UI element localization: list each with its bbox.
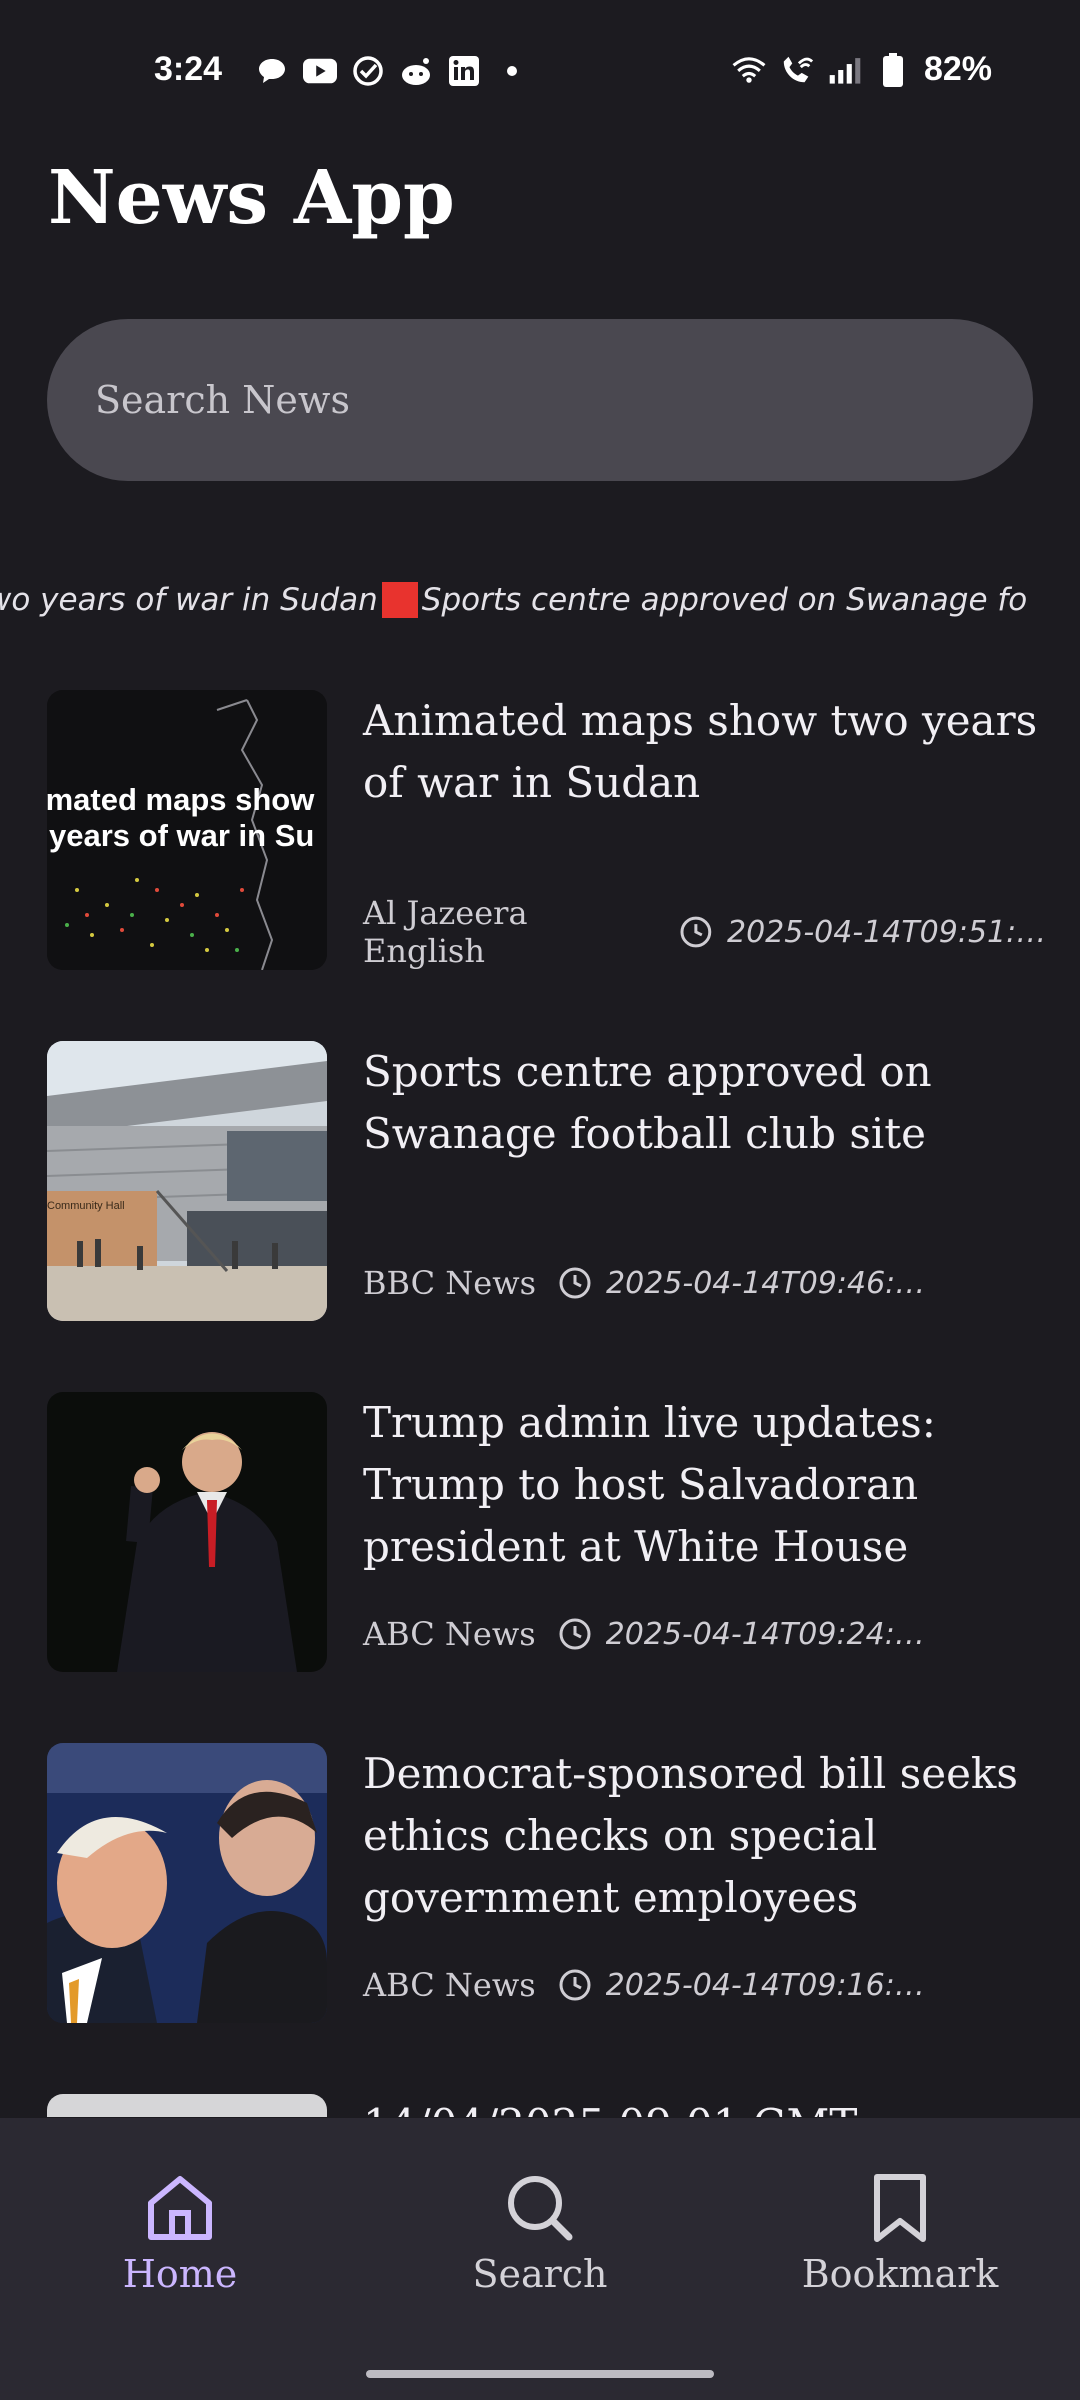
news-thumbnail: imated maps show years of war in Su xyxy=(47,690,327,970)
news-source: Al Jazeera English xyxy=(363,894,528,970)
news-date: 2025-04-14T09:51:2... xyxy=(727,914,1047,950)
ticker-text-a: wo years of war in Sudan xyxy=(0,582,378,618)
nav-bookmark-label: Bookmark xyxy=(801,2252,999,2296)
dot-icon xyxy=(495,54,529,88)
news-item[interactable]: Trump admin live updates: Trump to host … xyxy=(47,1392,1047,1674)
battery-icon xyxy=(876,52,910,87)
search-placeholder: Search News xyxy=(95,378,350,422)
news-item[interactable]: Democrat-sponsored bill seeks ethics che… xyxy=(47,1743,1047,2025)
headline-ticker[interactable]: wo years of war in Sudan Sports centre a… xyxy=(0,578,1080,628)
clock-icon xyxy=(680,916,712,948)
battery-percent: 82% xyxy=(923,50,992,88)
status-time: 3:24 xyxy=(154,50,223,88)
clock-icon xyxy=(559,1618,591,1650)
news-thumbnail xyxy=(47,2094,327,2117)
chat-icon xyxy=(255,54,289,88)
nav-home-label: Home xyxy=(122,2252,238,2296)
news-thumbnail xyxy=(47,1743,327,2023)
ticker-separator xyxy=(381,582,418,618)
news-meta: Al Jazeera English 2025-04-14T09:51:2... xyxy=(363,894,1047,970)
news-item[interactable]: Community Hall Sports centre approved on… xyxy=(47,1041,1047,1323)
news-meta: BBC News 2025-04-14T09:46:46Z xyxy=(363,1263,926,1303)
news-item[interactable]: 14/04/2025 09:01 GMT xyxy=(47,2094,1047,2117)
nav-search-label: Search xyxy=(472,2252,608,2296)
news-list[interactable]: imated maps show years of war in Su Anim… xyxy=(0,690,1080,2117)
news-title: 14/04/2025 09:01 GMT xyxy=(363,2094,1043,2117)
check-circle-icon xyxy=(351,54,385,88)
news-source: BBC News xyxy=(363,1264,537,1302)
bottom-nav: Home Search Bookmark xyxy=(0,2118,1080,2400)
wifi-icon xyxy=(732,53,766,87)
notification-icons xyxy=(255,54,529,88)
news-date: 2025-04-14T09:24:14Z xyxy=(605,1616,926,1652)
clock-icon xyxy=(559,1267,591,1299)
news-meta: ABC News 2025-04-14T09:16:38Z xyxy=(363,1965,926,2005)
news-title: Democrat-sponsored bill seeks ethics che… xyxy=(363,1749,1018,1922)
signal-icon xyxy=(828,53,862,87)
news-item[interactable]: imated maps show years of war in Su Anim… xyxy=(47,690,1047,972)
news-title: Trump admin live updates: Trump to host … xyxy=(363,1398,936,1571)
ticker-text-b: Sports centre approved on Swanage fo xyxy=(421,582,1028,618)
news-date: 2025-04-14T09:46:46Z xyxy=(606,1265,927,1301)
page-title: News App xyxy=(48,155,455,241)
search-input[interactable]: Search News xyxy=(47,319,1033,481)
news-title: Sports centre approved on Swanage footba… xyxy=(363,1047,932,1158)
nav-search[interactable]: Search xyxy=(360,2118,720,2338)
news-date: 2025-04-14T09:16:38Z xyxy=(605,1967,926,2003)
bookmark-icon xyxy=(862,2170,938,2246)
news-title: Animated maps show two years of war in S… xyxy=(363,696,1038,807)
nav-home[interactable]: Home xyxy=(0,2118,360,2338)
svg-text:imated maps show: imated maps show xyxy=(47,782,315,817)
svg-text:years of war in Su: years of war in Su xyxy=(49,818,314,853)
news-thumbnail xyxy=(47,1392,327,1672)
clock-icon xyxy=(559,1969,591,2001)
news-source: ABC News xyxy=(363,1966,536,2004)
nav-bookmark[interactable]: Bookmark xyxy=(720,2118,1080,2338)
reddit-icon xyxy=(399,54,433,88)
status-right: 82% xyxy=(732,50,992,89)
status-bar: 3:24 82% xyxy=(0,0,1080,140)
news-thumbnail: Community Hall xyxy=(47,1041,327,1321)
news-source: ABC News xyxy=(363,1615,536,1653)
home-icon xyxy=(142,2170,218,2246)
svg-text:Community Hall: Community Hall xyxy=(47,1200,125,1212)
news-meta: ABC News 2025-04-14T09:24:14Z xyxy=(363,1614,926,1654)
search-icon xyxy=(502,2170,578,2246)
linkedin-icon xyxy=(447,54,481,88)
youtube-icon xyxy=(303,54,337,88)
home-indicator[interactable] xyxy=(366,2370,714,2378)
wifi-call-icon xyxy=(780,53,814,87)
